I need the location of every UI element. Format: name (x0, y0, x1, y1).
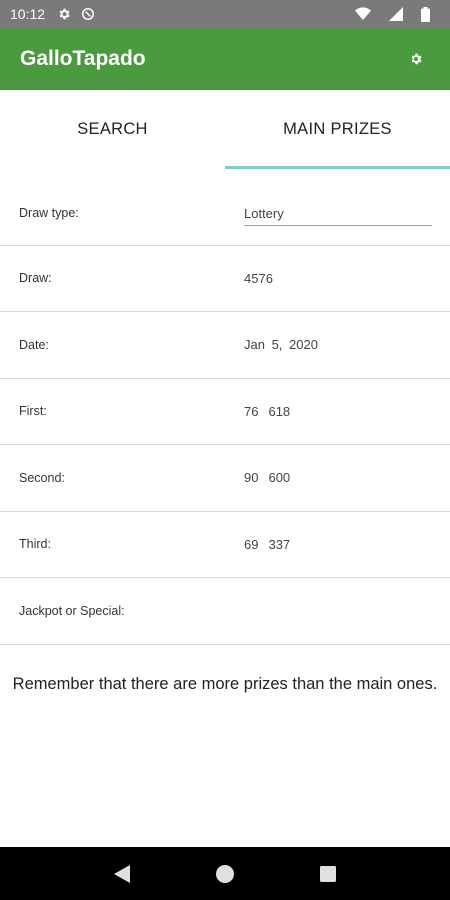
draw-row: Draw: 4576 (0, 246, 450, 312)
second-prize-series: 600 (268, 470, 291, 486)
first-prize-value: 76 618 (244, 404, 290, 419)
third-prize-value: 69 337 (244, 537, 290, 552)
wifi-icon (355, 7, 371, 21)
first-prize-series: 618 (268, 403, 291, 419)
draw-value: 4576 (244, 270, 273, 286)
draw-type-row: Draw type: Lottery (0, 179, 450, 246)
first-prize-number: 76 (244, 403, 259, 419)
second-prize-value: 90 600 (244, 470, 290, 485)
draw-label: Draw: (19, 271, 52, 286)
status-bar: 10:12 (0, 0, 450, 28)
home-button[interactable] (205, 854, 245, 894)
jackpot-row: Jackpot or Special: (0, 578, 450, 645)
recents-button[interactable] (308, 854, 348, 894)
back-button[interactable] (102, 854, 142, 894)
prizes-note: Remember that there are more prizes than… (12, 675, 438, 693)
app-title: GalloTapado (20, 47, 146, 70)
jackpot-label: Jackpot or Special: (19, 603, 125, 618)
draw-type-label: Draw type: (19, 206, 79, 220)
app-bar: GalloTapado (0, 28, 450, 90)
settings-button[interactable] (402, 45, 430, 73)
draw-type-select[interactable]: Lottery (244, 206, 432, 226)
settings-status-icon (57, 7, 71, 21)
navigation-bar (0, 847, 450, 900)
signal-icon (389, 7, 403, 21)
third-prize-series: 337 (268, 536, 291, 552)
third-prize-row: Third: 69 337 (0, 512, 450, 578)
date-label: Date: (19, 337, 49, 352)
first-prize-label: First: (19, 404, 47, 419)
tab-bar: SEARCH MAIN PRIZES (0, 90, 450, 169)
third-prize-label: Third: (19, 537, 51, 552)
second-prize-number: 90 (244, 470, 259, 486)
third-prize-number: 69 (244, 536, 259, 552)
back-triangle-icon (113, 864, 130, 883)
first-prize-row: First: 76 618 (0, 379, 450, 445)
second-prize-row: Second: 90 600 (0, 445, 450, 512)
gear-icon (411, 53, 422, 65)
tab-search[interactable]: SEARCH (0, 90, 225, 169)
main-prizes-form: Draw type: Lottery Draw: 4576 Date: Jan … (0, 179, 450, 645)
status-time: 10:12 (10, 6, 46, 22)
date-value: Jan 5, 2020 (244, 337, 318, 353)
recents-square-icon (320, 865, 337, 882)
second-prize-label: Second: (19, 470, 65, 485)
battery-icon (421, 6, 430, 22)
tab-main-prizes[interactable]: MAIN PRIZES (225, 90, 450, 169)
data-saver-icon (81, 7, 95, 21)
date-row: Date: Jan 5, 2020 (0, 312, 450, 379)
home-circle-icon (215, 864, 234, 883)
